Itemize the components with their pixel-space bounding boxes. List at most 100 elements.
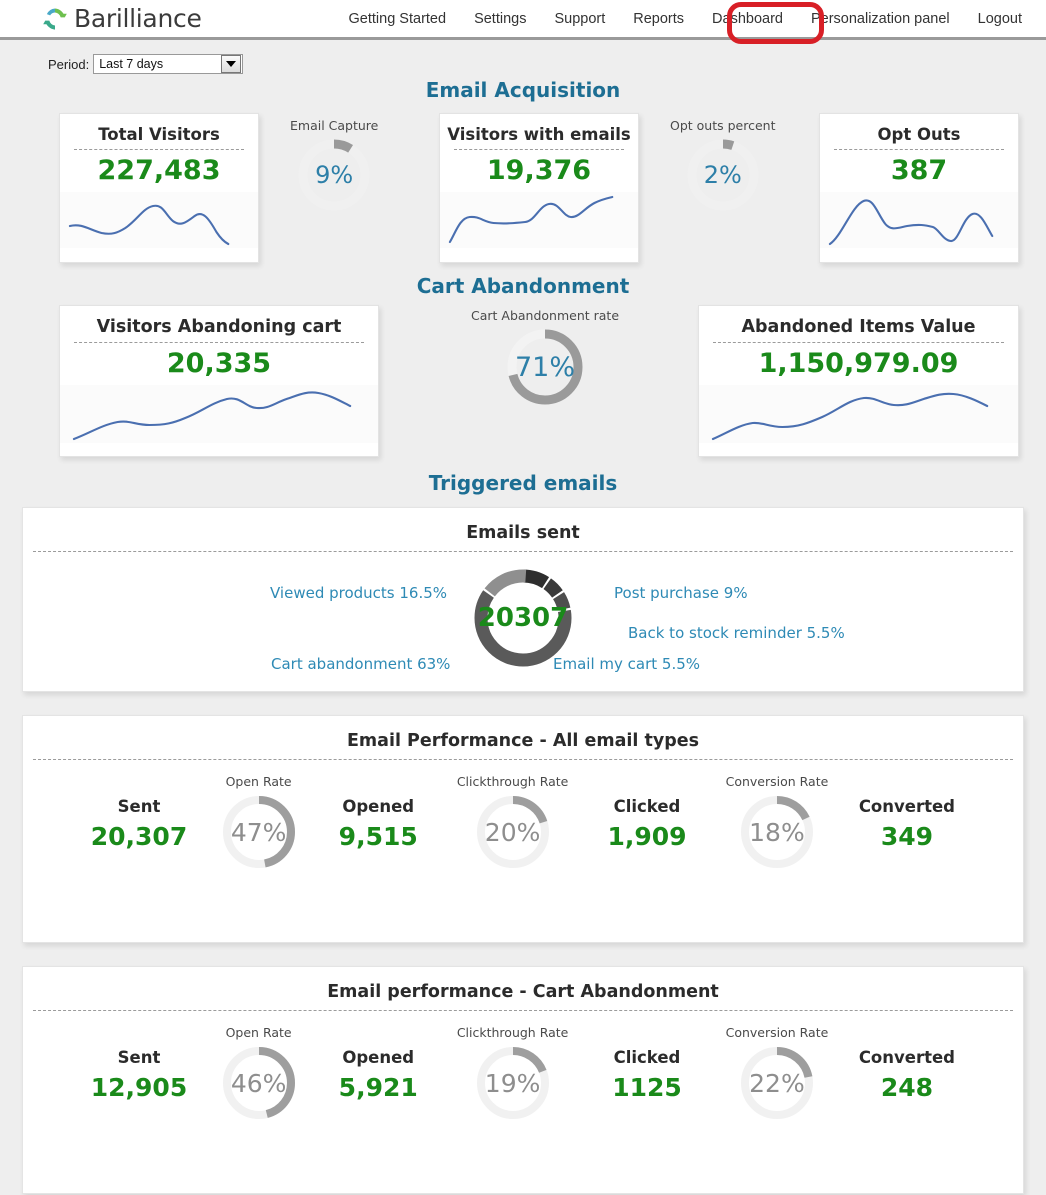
donut-label-viewed-products: Viewed products 16.5% [270, 584, 448, 602]
stat-value: 349 [880, 821, 934, 851]
visitors-abandoning-cart-sparkline [60, 385, 378, 443]
gauge-email-capture: Email Capture 9% [290, 118, 378, 215]
stat-sent: Sent 12,905 [79, 1048, 199, 1102]
gauge-conversion-rate-all: Conversion Rate 18% [725, 774, 829, 873]
gauge-value: 9% [315, 161, 354, 189]
kpi-card-opt-outs: Opt Outs 387 [819, 113, 1019, 263]
gauge-ring: 22% [736, 1042, 818, 1124]
card-value: 387 [890, 155, 948, 186]
gauge-caption: Open Rate [225, 1025, 292, 1040]
donut-label-cart-abandonment: Cart abandonment 63% [271, 655, 451, 673]
nav-item-settings[interactable]: Settings [460, 11, 540, 27]
gauge-ring: 9% [294, 135, 374, 215]
gauge-conversion-rate-cart: Conversion Rate 22% [726, 1025, 828, 1124]
triggered-emails-donut: 20307 [471, 566, 575, 670]
section-title-email-acquisition: Email Acquisition [425, 78, 621, 102]
donut-label-post-purchase: Post purchase 9% [614, 584, 748, 602]
stat-value: 1,909 [607, 821, 687, 851]
panel-email-performance-all: Email Performance - All email types Sent… [22, 715, 1024, 943]
circular-arrow-logo-icon [43, 7, 67, 30]
stat-clicked: Clicked 1,909 [587, 797, 707, 851]
nav-links: Getting Started Settings Support Reports… [335, 0, 1036, 37]
stat-label: Sent [117, 1047, 161, 1067]
nav-item-support[interactable]: Support [540, 11, 619, 27]
gauge-caption: Conversion Rate [725, 774, 829, 789]
stat-label: Opened [342, 1047, 415, 1067]
gauge-ring: 18% [736, 791, 818, 873]
stat-label: Clicked [613, 796, 681, 816]
gauge-clickthrough-rate-cart: Clickthrough Rate 19% [456, 1025, 569, 1124]
stat-opened: Opened 9,515 [318, 797, 438, 851]
stat-value: 5,921 [338, 1072, 418, 1102]
gauge-clickthrough-rate-all: Clickthrough Rate 20% [456, 774, 569, 873]
card-value: 19,376 [486, 155, 592, 186]
card-value: 227,483 [97, 155, 221, 186]
gauge-caption: Clickthrough Rate [456, 774, 569, 789]
gauge-value: 46% [230, 1068, 287, 1098]
period-selected-value: Last 7 days [99, 57, 164, 71]
nav-item-dashboard[interactable]: Dashboard [698, 11, 797, 27]
nav-item-personalization-panel[interactable]: Personalization panel [797, 11, 964, 27]
abandoned-items-value-sparkline [699, 385, 1018, 443]
brand-name: Barilliance [74, 4, 202, 33]
stat-value: 1125 [612, 1072, 682, 1102]
card-title: Opt Outs [877, 125, 961, 144]
card-title: Visitors Abandoning cart [96, 317, 342, 337]
gauge-caption: Opt outs percent [670, 118, 776, 133]
visitors-with-emails-sparkline [440, 192, 638, 248]
card-title: Total Visitors [98, 125, 220, 144]
gauge-ring: 46% [218, 1042, 300, 1124]
period-select[interactable]: Last 7 days [93, 54, 244, 74]
kpi-card-total-visitors: Total Visitors 227,483 [59, 113, 259, 263]
stat-value: 20,307 [90, 821, 188, 851]
stat-clicked: Clicked 1125 [587, 1048, 707, 1102]
gauge-value: 18% [749, 817, 805, 847]
nav-item-getting-started[interactable]: Getting Started [335, 11, 461, 27]
card-title: Visitors with emails [447, 125, 631, 144]
donut-center-value: 20307 [477, 603, 569, 633]
section-title-cart-abandonment: Cart Abandonment [416, 274, 630, 298]
stat-label: Sent [117, 796, 161, 816]
card-title: Abandoned Items Value [741, 317, 976, 337]
card-value: 20,335 [166, 348, 272, 379]
panel-title: Email Performance - All email types [346, 731, 700, 751]
kpi-card-visitors-with-emails: Visitors with emails 19,376 [439, 113, 639, 263]
chevron-down-icon[interactable] [221, 55, 242, 73]
gauge-open-rate-all: Open Rate 47% [218, 774, 300, 873]
gauge-caption: Email Capture [290, 118, 379, 133]
donut-label-email-my-cart: Email my cart 5.5% [553, 655, 701, 673]
gauge-ring: 20% [472, 791, 554, 873]
gauge-ring: 71% [503, 325, 587, 409]
card-value: 1,150,979.09 [758, 348, 959, 379]
section-title-triggered-emails: Triggered emails [428, 471, 618, 495]
gauge-caption: Clickthrough Rate [456, 1025, 569, 1040]
performance-cart-row: Sent 12,905 Open Rate 46% Opened 5,921 C… [23, 1011, 1023, 1154]
total-visitors-sparkline [60, 192, 258, 248]
stat-value: 248 [880, 1072, 934, 1102]
email-acquisition-row: Total Visitors 227,483 Email Capture 9% … [0, 108, 1046, 273]
stat-opened: Opened 5,921 [318, 1048, 438, 1102]
panel-triggered-emails: Emails sent Viewed products 16.5% Post p… [22, 507, 1024, 692]
gauge-value: 2% [703, 161, 742, 189]
nav-item-logout[interactable]: Logout [964, 11, 1036, 27]
gauge-value: 22% [749, 1068, 805, 1098]
stat-converted: Converted 248 [847, 1048, 967, 1102]
brand-logo[interactable]: Barilliance [42, 4, 202, 33]
opt-outs-sparkline [820, 192, 1018, 248]
gauge-caption: Open Rate [225, 774, 292, 789]
kpi-card-visitors-abandoning-cart: Visitors Abandoning cart 20,335 [59, 305, 379, 457]
gauge-value: 47% [230, 817, 287, 847]
triggered-emails-donut-stage: Viewed products 16.5% Post purchase 9% B… [23, 552, 1023, 702]
panel-title: Emails sent [466, 523, 580, 543]
stat-label: Opened [342, 796, 415, 816]
nav-item-reports[interactable]: Reports [619, 11, 698, 27]
gauge-cart-abandonment-rate: Cart Abandonment rate 71% [471, 308, 619, 409]
cart-abandonment-row: Visitors Abandoning cart 20,335 Cart Aba… [0, 298, 1046, 466]
panel-email-performance-cart-abandonment: Email performance - Cart Abandonment Sen… [22, 966, 1024, 1194]
period-filter: Period: Last 7 days [0, 40, 1046, 74]
gauge-value: 20% [484, 817, 541, 847]
stat-sent: Sent 20,307 [79, 797, 199, 851]
period-label: Period: [48, 56, 90, 72]
gauge-ring: 2% [683, 135, 763, 215]
gauge-value: 19% [484, 1068, 541, 1098]
